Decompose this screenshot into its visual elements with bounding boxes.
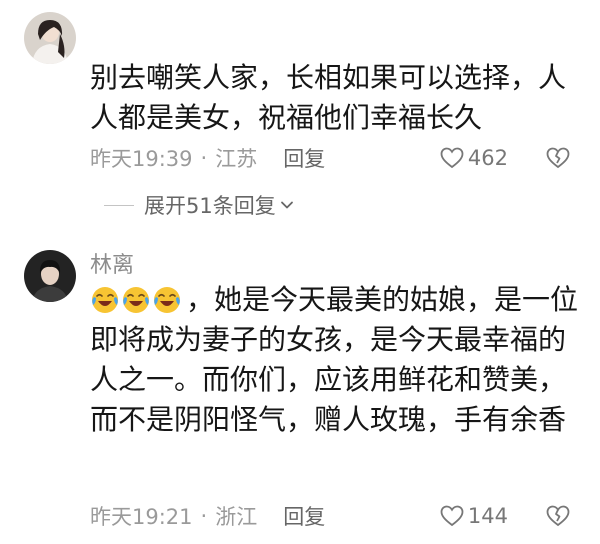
- expand-replies-button[interactable]: 展开51条回复: [104, 190, 294, 220]
- meta-separator: ·: [200, 146, 208, 170]
- laugh-cry-emoji-icon: [152, 285, 182, 315]
- divider-line: [104, 204, 134, 206]
- comment-location: 浙江: [215, 505, 258, 529]
- expand-replies-label: 展开51条回复: [144, 194, 276, 218]
- heart-icon: [440, 147, 464, 169]
- like-button[interactable]: 144: [440, 504, 508, 528]
- laugh-cry-emoji-icon: [90, 285, 120, 315]
- user-avatar-man-icon[interactable]: [24, 250, 76, 302]
- comment-content: ，她是今天最美的姑娘，是一位即将成为妻子的女孩，是今天最幸福的人之一。而你们，应…: [90, 280, 580, 440]
- comment-username[interactable]: 林离: [90, 252, 134, 280]
- dislike-button[interactable]: [546, 146, 570, 170]
- like-count: 462: [467, 146, 508, 170]
- like-count: 144: [467, 504, 508, 528]
- comment-time: 昨天19:21: [90, 505, 193, 529]
- comment-text: 别去嘲笑人家，长相如果可以选择，人人都是美女，祝福他们幸福长久: [90, 61, 567, 134]
- broken-heart-icon: [546, 147, 570, 169]
- chevron-down-icon: [280, 201, 293, 209]
- reply-button[interactable]: 回复: [283, 501, 325, 531]
- like-button[interactable]: 462: [440, 146, 508, 170]
- comment-time: 昨天19:39: [90, 147, 193, 171]
- laugh-cry-emoji-icon: [121, 285, 151, 315]
- broken-heart-icon: [546, 505, 570, 527]
- user-avatar-woman-icon[interactable]: [24, 12, 76, 64]
- comment-feed: 别去嘲笑人家，长相如果可以选择，人人都是美女，祝福他们幸福长久 昨天19:39 …: [0, 0, 600, 544]
- dislike-button[interactable]: [546, 504, 570, 528]
- reply-button[interactable]: 回复: [283, 143, 325, 173]
- comment-location: 江苏: [215, 147, 258, 171]
- comment-meta: 昨天19:39 · 江苏 回复 462: [90, 142, 580, 174]
- emoji-group: [90, 285, 182, 315]
- heart-icon: [440, 505, 464, 527]
- meta-separator: ·: [200, 504, 208, 528]
- comment-meta: 昨天19:21 · 浙江 回复 144: [90, 500, 580, 532]
